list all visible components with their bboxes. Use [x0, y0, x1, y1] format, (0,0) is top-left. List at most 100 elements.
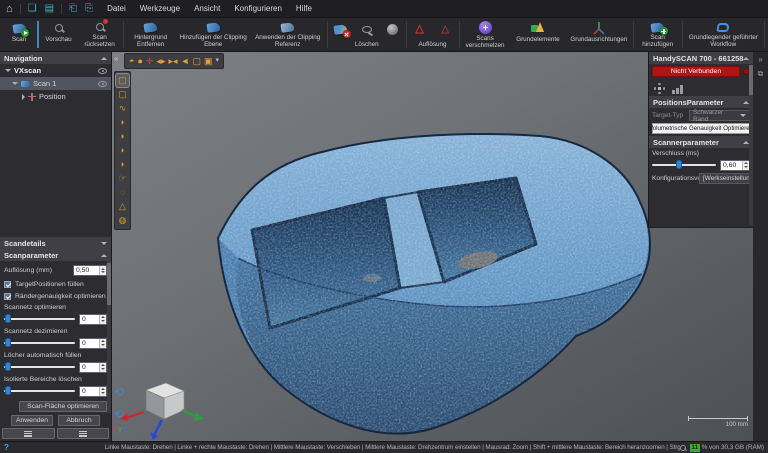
list-view-toggle-2[interactable] — [57, 428, 110, 439]
fill-target-positions-checkbox[interactable]: TargetPositionen füllen — [4, 279, 107, 289]
menu-datei[interactable]: Datei — [107, 4, 126, 13]
spinner-arrows-icon[interactable] — [742, 161, 749, 170]
spinner-arrows-icon[interactable] — [99, 315, 106, 324]
signal-strength-icon[interactable] — [672, 85, 683, 94]
clipping-half-plane-1-icon[interactable]: ◗ — [116, 116, 129, 129]
save-icon[interactable]: ▤ — [45, 0, 54, 18]
spinner-arrows-icon[interactable] — [99, 387, 106, 396]
volumetric-accuracy-button[interactable]: Volumetrische Genauigkeit Optimieren — [652, 123, 750, 134]
list-view-toggle-1[interactable] — [2, 428, 55, 439]
checkbox-checked-icon[interactable] — [4, 293, 11, 300]
clipping-half-plane-4-icon[interactable]: ◗ — [116, 158, 129, 171]
orientation-cube[interactable] — [120, 378, 204, 440]
scandetails-header[interactable]: Scandetails — [0, 237, 111, 249]
optimize-scan-surface-button[interactable]: Scan-Fläche optimieren — [19, 401, 107, 412]
collapse-icon[interactable] — [101, 57, 107, 60]
merge-scans-button[interactable]: Scans verschmelzen — [460, 19, 510, 50]
positioning-targets-icon[interactable] — [654, 83, 665, 94]
flip-view-left-icon[interactable]: ◂▸ — [156, 54, 165, 68]
decrease-resolution-icon[interactable]: △ — [437, 22, 455, 36]
scanparameter-header[interactable]: Scanparameter — [0, 249, 111, 261]
lasso-delete-icon[interactable] — [358, 22, 376, 36]
cancel-button[interactable]: Abbruch — [58, 415, 100, 426]
visibility-eye-icon[interactable] — [98, 68, 107, 74]
menu-hilfe[interactable]: Hilfe — [296, 4, 312, 13]
add-clipping-plane-button[interactable]: Hinzufügen der Clipping Ebene — [177, 19, 249, 50]
value-spinner[interactable]: 0 — [79, 314, 107, 325]
select-circle-icon[interactable]: ◌ — [116, 186, 129, 199]
value-spinner[interactable]: 0 — [79, 338, 107, 349]
primitives-button[interactable]: Grundelemente — [510, 19, 566, 50]
slider-thumb[interactable] — [5, 314, 11, 323]
clipping-half-plane-2-icon[interactable]: ◗ — [116, 130, 129, 143]
previous-view-icon[interactable]: ◄ — [181, 54, 190, 68]
scanner-parameter-header[interactable]: Scannerparameter — [649, 136, 753, 148]
add-scan-button[interactable]: Scan hinzufügen — [635, 19, 681, 50]
select-freeform-icon[interactable]: ∿ — [116, 102, 129, 115]
menu-werkzeuge[interactable]: Werkzeuge — [140, 4, 180, 13]
new-document-icon[interactable]: ❏ — [28, 0, 37, 18]
remove-background-button[interactable]: Hintergrund Entfernen — [124, 19, 177, 50]
flip-view-right-icon[interactable]: ▸◂ — [168, 54, 177, 68]
scanner-header[interactable]: HandySCAN 700 - 661258 — [649, 52, 753, 64]
toolbar-dropdown-icon[interactable]: ▾ — [215, 54, 219, 68]
resolution-spinner[interactable]: 0,50 — [73, 265, 107, 276]
menu-ansicht[interactable]: Ansicht — [194, 4, 220, 13]
left-panel-scrollbar[interactable] — [107, 261, 111, 413]
slider-track[interactable] — [4, 318, 75, 320]
zoom-to-selection-icon[interactable]: ▢ — [192, 54, 201, 68]
tree-item-position[interactable]: Position — [0, 90, 111, 103]
spinner-arrows-icon[interactable] — [99, 363, 106, 372]
positions-parameter-header[interactable]: PositionsParameter — [649, 96, 753, 108]
slider-track[interactable] — [4, 342, 75, 344]
spinner-arrows-icon[interactable] — [99, 339, 106, 348]
slider-thumb[interactable] — [5, 362, 11, 371]
shading-mode-icon[interactable]: ◓ — [129, 54, 134, 68]
shutter-spinner[interactable]: 0,60 — [720, 160, 750, 171]
light-icon[interactable]: ● — [137, 54, 142, 68]
collapse-icon[interactable] — [101, 254, 107, 257]
optimize-boundary-accuracy-checkbox[interactable]: Rändergenauigkeit optimieren — [4, 291, 107, 301]
collapse-left-panel-icon[interactable]: « — [114, 54, 118, 63]
value-spinner[interactable]: 0 — [79, 362, 107, 373]
collapse-icon[interactable] — [101, 242, 107, 245]
menu-konfigurieren[interactable]: Konfigurieren — [234, 4, 282, 13]
checkbox-checked-icon[interactable] — [4, 281, 11, 288]
apply-button[interactable]: Anwenden — [11, 415, 53, 426]
preview-button[interactable]: Vorschau — [40, 19, 78, 50]
expander-icon[interactable] — [22, 94, 25, 100]
delete-selection-icon[interactable] — [332, 22, 350, 36]
spinner-arrows-icon[interactable] — [99, 266, 106, 275]
collapse-icon[interactable] — [743, 57, 749, 60]
base-alignments-button[interactable]: Grundausrichtungen — [566, 19, 632, 50]
zoom-level-icon[interactable] — [680, 445, 686, 451]
apply-clipping-reference-button[interactable]: Anwenden der Clipping Referenz — [249, 19, 326, 50]
clipping-half-plane-3-icon[interactable]: ◗ — [116, 144, 129, 157]
expander-icon[interactable] — [5, 69, 11, 72]
slider-track[interactable] — [4, 366, 75, 368]
sphere-delete-icon[interactable] — [384, 22, 402, 36]
expand-panel-icon[interactable]: » — [758, 55, 762, 64]
move-view-icon[interactable]: ✛ — [146, 54, 154, 68]
select-rectangle-icon[interactable]: ▢ — [116, 74, 129, 87]
detach-window-icon[interactable]: ⧉ — [758, 69, 764, 78]
guided-workflow-button[interactable]: Grundlegender geführter Workflow — [683, 19, 763, 50]
value-spinner[interactable]: 0 — [79, 386, 107, 397]
expander-icon[interactable] — [12, 82, 18, 85]
pick-tool-icon[interactable]: ☞ — [116, 172, 129, 185]
zoom-to-fit-icon[interactable]: ▣ — [204, 54, 213, 68]
export-session-icon[interactable]: ⎘ — [85, 0, 93, 18]
tree-item-vxscan[interactable]: VXscan — [0, 64, 111, 77]
tree-item-scan1[interactable]: Scan 1 — [0, 77, 111, 90]
help-icon[interactable]: ? — [4, 443, 9, 452]
select-disc-icon[interactable]: ◍ — [116, 214, 129, 227]
visibility-eye-icon[interactable] — [98, 81, 107, 87]
navigation-header[interactable]: Navigation — [0, 52, 111, 64]
scan-button[interactable]: Scan — [2, 19, 36, 50]
select-triangle-icon[interactable]: △ — [116, 200, 129, 213]
target-type-dropdown[interactable]: Schwarzer Rand — [689, 110, 750, 121]
home-icon[interactable]: ⌂ — [6, 0, 13, 18]
connection-status-button[interactable]: Nicht Verbunden — [652, 66, 740, 77]
import-session-icon[interactable]: ⎗ — [69, 0, 77, 18]
slider-thumb[interactable] — [5, 338, 11, 347]
